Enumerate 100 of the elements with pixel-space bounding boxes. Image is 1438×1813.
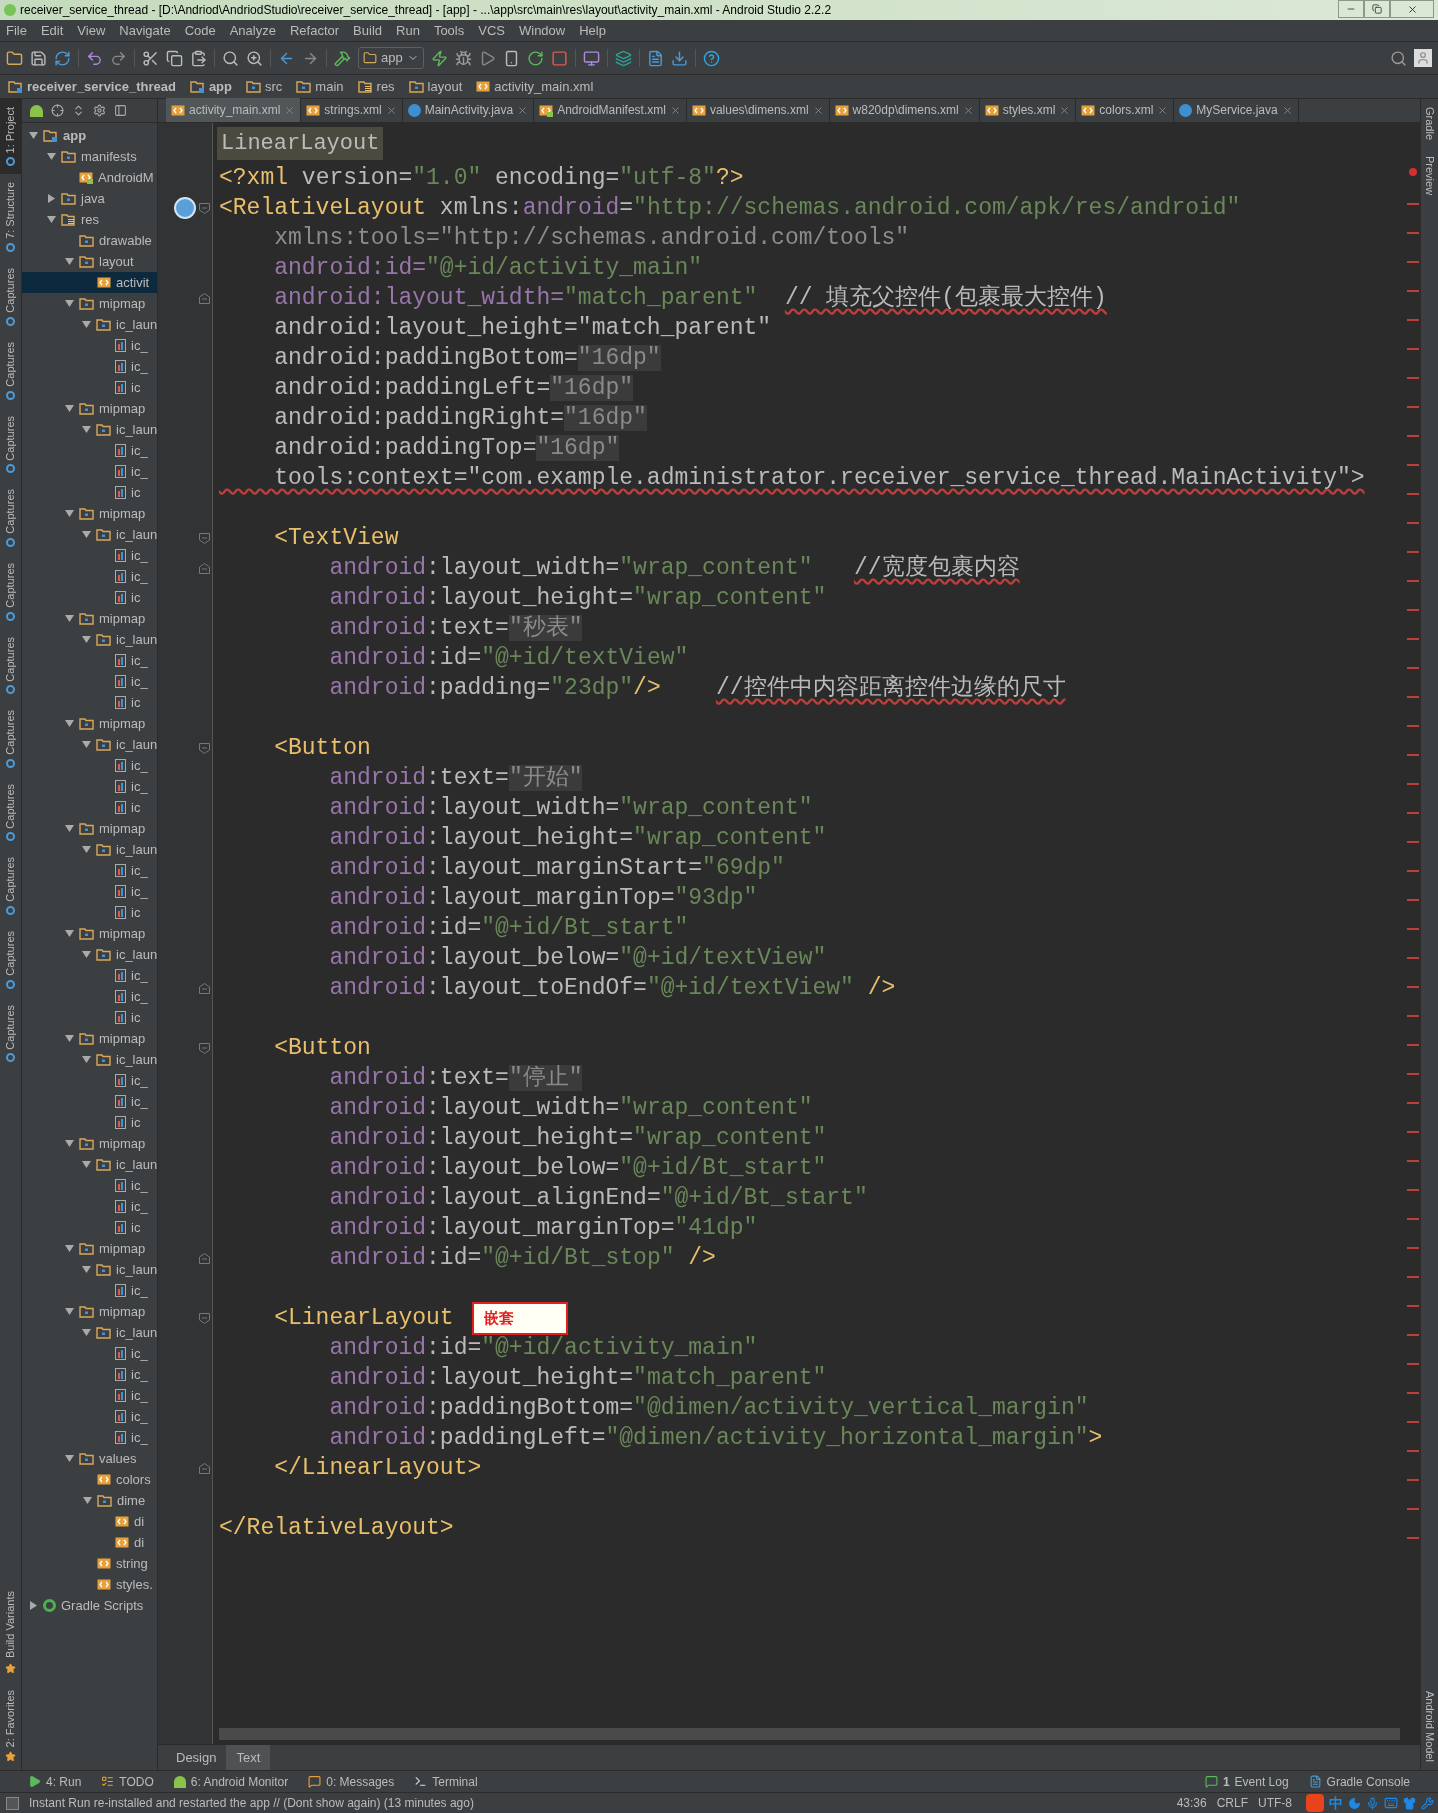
editor-tab[interactable]: activity_main.xml bbox=[166, 98, 302, 122]
expanded-arrow-icon[interactable] bbox=[64, 824, 74, 833]
tree-item[interactable]: activit bbox=[22, 272, 157, 293]
expanded-arrow-icon[interactable] bbox=[82, 635, 91, 644]
tool-window-button[interactable]: Captures bbox=[0, 407, 21, 482]
tool-window-button[interactable]: 7: Structure bbox=[0, 174, 21, 261]
minimize-button[interactable] bbox=[1338, 0, 1364, 18]
device-icon[interactable] bbox=[582, 49, 600, 67]
tree-item[interactable]: ic_ bbox=[22, 1343, 157, 1364]
tool-window-button[interactable]: Captures bbox=[0, 481, 21, 555]
tree-item[interactable]: ic_ bbox=[22, 1385, 157, 1406]
menu-item[interactable]: Analyze bbox=[229, 20, 276, 41]
tool-window-button[interactable]: Captures bbox=[0, 333, 21, 408]
tree-item[interactable]: ic_ bbox=[22, 986, 157, 1007]
user-avatar-icon[interactable] bbox=[1414, 49, 1432, 67]
breadcrumb[interactable]: app bbox=[189, 76, 240, 97]
wrench-icon[interactable] bbox=[1421, 1796, 1434, 1810]
tree-item[interactable]: ic_laun bbox=[22, 1049, 157, 1070]
tree-item[interactable]: ic_ bbox=[22, 461, 157, 482]
collapsed-arrow-icon[interactable] bbox=[46, 194, 56, 203]
expanded-arrow-icon[interactable] bbox=[64, 1307, 74, 1316]
tree-item[interactable]: mipmap bbox=[22, 818, 157, 839]
breadcrumb[interactable]: main bbox=[296, 76, 352, 97]
fold-marker-icon[interactable] bbox=[199, 982, 210, 994]
tree-item[interactable]: layout bbox=[22, 251, 157, 272]
tool-window-button[interactable]: 1 Event Log bbox=[1204, 1772, 1289, 1791]
tree-item[interactable]: ic_laun bbox=[22, 944, 157, 965]
editor-tab[interactable]: colors.xml bbox=[1076, 98, 1175, 122]
expanded-arrow-icon[interactable] bbox=[64, 1139, 74, 1148]
editor-tab[interactable]: AndroidManifest.xml bbox=[534, 98, 687, 122]
tree-item[interactable]: java bbox=[22, 188, 157, 209]
collapse-icon[interactable] bbox=[72, 104, 85, 117]
tree-item[interactable]: ic_ bbox=[22, 650, 157, 671]
editor-tab[interactable]: strings.xml bbox=[301, 98, 403, 122]
expanded-arrow-icon[interactable] bbox=[46, 152, 56, 161]
tree-item[interactable]: ic_laun bbox=[22, 1154, 157, 1175]
expanded-arrow-icon[interactable] bbox=[82, 1265, 91, 1274]
input-language[interactable]: 中 bbox=[1329, 1792, 1343, 1813]
line-separator[interactable]: CRLF bbox=[1216, 1794, 1248, 1812]
tree-item[interactable]: di bbox=[22, 1532, 157, 1553]
tree-item[interactable]: mipmap bbox=[22, 503, 157, 524]
shirt-icon[interactable] bbox=[1403, 1796, 1416, 1810]
editor-tab[interactable]: MyService.java bbox=[1174, 98, 1299, 122]
tree-item[interactable]: ic bbox=[22, 1217, 157, 1238]
search-icon[interactable] bbox=[222, 49, 239, 67]
input-method-logo-icon[interactable] bbox=[1306, 1794, 1324, 1812]
close-button[interactable] bbox=[1390, 0, 1434, 18]
tree-item[interactable]: manifests bbox=[22, 146, 157, 167]
tree-item[interactable]: mipmap bbox=[22, 713, 157, 734]
fold-marker-icon[interactable] bbox=[199, 742, 210, 754]
tool-window-button[interactable]: Android Model bbox=[1421, 1683, 1438, 1770]
download-icon[interactable] bbox=[670, 49, 688, 67]
tool-window-button[interactable]: 2: Favorites bbox=[0, 1681, 21, 1770]
tree-item[interactable]: di bbox=[22, 1511, 157, 1532]
tool-window-button[interactable]: 6: Android Monitor bbox=[173, 1772, 289, 1791]
horizontal-scrollbar[interactable] bbox=[219, 1728, 1400, 1740]
tool-window-button[interactable]: Captures bbox=[0, 923, 21, 997]
class-icon[interactable] bbox=[174, 197, 196, 219]
breadcrumb[interactable]: res bbox=[357, 76, 403, 97]
tool-window-button[interactable]: Gradle bbox=[1421, 99, 1438, 149]
tree-item[interactable]: mipmap bbox=[22, 1028, 157, 1049]
expanded-arrow-icon[interactable] bbox=[82, 1055, 91, 1064]
tree-item[interactable]: ic_laun bbox=[22, 1322, 157, 1343]
tree-item[interactable]: ic_ bbox=[22, 356, 157, 377]
expanded-arrow-icon[interactable] bbox=[64, 299, 74, 308]
tree-item[interactable]: ic bbox=[22, 587, 157, 608]
tree-item[interactable]: ic_ bbox=[22, 860, 157, 881]
expanded-arrow-icon[interactable] bbox=[64, 1244, 74, 1253]
expanded-arrow-icon[interactable] bbox=[64, 1034, 74, 1043]
close-icon[interactable] bbox=[669, 104, 681, 116]
tree-item[interactable]: values bbox=[22, 1448, 157, 1469]
tree-item[interactable]: ic_ bbox=[22, 1175, 157, 1196]
tree-item[interactable]: ic_laun bbox=[22, 419, 157, 440]
tool-window-button[interactable]: 4: Run bbox=[28, 1772, 82, 1791]
tree-item[interactable]: ic_ bbox=[22, 671, 157, 692]
bug-icon[interactable] bbox=[454, 49, 472, 67]
close-icon[interactable] bbox=[812, 104, 824, 116]
tree-item[interactable]: drawable bbox=[22, 230, 157, 251]
tool-window-button[interactable]: Preview bbox=[1421, 148, 1438, 204]
tree-item[interactable]: styles. bbox=[22, 1574, 157, 1595]
close-icon[interactable] bbox=[385, 104, 397, 116]
close-icon[interactable] bbox=[284, 104, 296, 116]
tree-item[interactable]: ic bbox=[22, 692, 157, 713]
tree-item[interactable]: mipmap bbox=[22, 293, 157, 314]
tree-item[interactable]: ic bbox=[22, 1007, 157, 1028]
caret-position[interactable]: 43:36 bbox=[1176, 1794, 1207, 1812]
tool-window-button[interactable]: Captures bbox=[0, 554, 21, 629]
tree-item[interactable]: ic_ bbox=[22, 335, 157, 356]
expanded-arrow-icon[interactable] bbox=[82, 530, 91, 539]
tree-item[interactable]: ic_laun bbox=[22, 629, 157, 650]
menu-item[interactable]: Run bbox=[396, 20, 420, 41]
editor-tab[interactable]: w820dp\dimens.xml bbox=[829, 98, 980, 122]
tree-item[interactable]: ic_ bbox=[22, 1427, 157, 1448]
fold-marker-icon[interactable] bbox=[199, 292, 210, 304]
tree-item[interactable]: ic_ bbox=[22, 1280, 157, 1301]
tree-item[interactable]: ic_ bbox=[22, 881, 157, 902]
target-icon[interactable] bbox=[51, 104, 64, 117]
tree-item[interactable]: mipmap bbox=[22, 608, 157, 629]
copy-icon[interactable] bbox=[166, 49, 183, 67]
settings-icon[interactable] bbox=[93, 104, 106, 117]
